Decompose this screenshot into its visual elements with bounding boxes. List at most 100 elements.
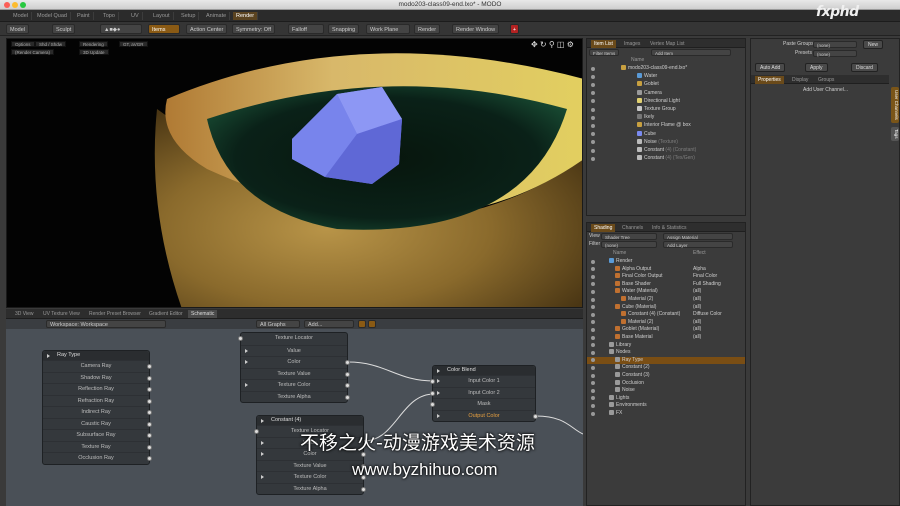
tab-schematic[interactable]: Schematic [188,310,218,318]
output-port-icon[interactable] [147,444,152,450]
input-port-icon[interactable] [430,379,435,384]
item-list-row[interactable]: Constant (4) (Constant) [637,147,696,154]
layer-effect[interactable]: (all) [693,334,701,341]
expand-triangle-icon[interactable] [261,452,264,456]
shader-tree-row[interactable]: Alpha Output [615,265,651,273]
render-window-button[interactable]: Render Window [452,24,500,34]
viewport-nav-icons[interactable]: ✥ ↻ ⚲ ◫ ⚙ [531,40,574,49]
collapse-triangle-icon[interactable] [47,354,50,358]
discard-button[interactable]: Discard [851,63,878,72]
view-dropdown[interactable]: Shader Tree [601,233,657,240]
layer-effect[interactable]: (all) [693,319,701,326]
color-blend-node-header[interactable]: Color Blend [433,366,535,375]
shader-tree-row[interactable]: Library [609,341,631,349]
visibility-eye-icon[interactable] [591,327,595,332]
ray-type-node-header[interactable]: Ray Type [43,351,149,360]
output-color-blend[interactable]: Output Color [433,409,538,422]
visibility-eye-icon[interactable] [591,115,595,120]
layout-tab-setup[interactable]: Setup [178,12,200,20]
shader-tree-row[interactable]: Render [609,258,632,265]
output-camera-ray[interactable]: Camera Ray [43,360,152,372]
shader-tree-row[interactable]: Constant (4) (Constant) [621,311,680,318]
sculpt-mode-button[interactable]: Sculpt [52,24,76,34]
layout-tab-uv[interactable]: UV [128,12,143,20]
visibility-eye-icon[interactable] [591,140,595,145]
tab-info-statistics[interactable]: Info & Statistics [649,224,689,232]
output-refraction-ray[interactable]: Refraction Ray [43,394,152,407]
tab-gradient-editor[interactable]: Gradient Editor [146,310,186,318]
constant-node[interactable]: Constant (4) Texture Locator Value Color… [254,415,366,495]
visibility-eye-icon[interactable] [591,132,595,137]
tab-vertex-map-list[interactable]: Vertex Map List [647,40,687,48]
tab-images[interactable]: Images [621,40,643,48]
viewport-gt-button[interactable]: GT, aVGR [119,41,148,47]
output-port-icon[interactable] [147,433,152,438]
output-subsurface-ray[interactable]: Subsurface Ray [43,429,152,441]
tab-uv-texture-view[interactable]: UV Texture View [40,310,83,318]
input-color-1[interactable]: Input Color 1 [430,375,535,387]
visibility-eye-icon[interactable] [591,335,595,340]
shader-tree-row[interactable]: Base Material [615,334,653,341]
item-list-row[interactable]: modo203-class09-end.lxo* [621,65,687,72]
layout-tab-topo[interactable]: Topo [100,12,119,20]
symmetry-dropdown[interactable]: Symmetry: Off [232,24,276,34]
visibility-eye-icon[interactable] [591,274,595,279]
layout-tab-layout[interactable]: Layout [150,12,174,20]
visibility-eye-icon[interactable] [591,403,595,408]
action-center-dropdown[interactable]: Action Center [186,24,228,34]
input-mask[interactable]: Mask [430,398,535,410]
output-port-icon[interactable] [345,371,350,377]
shader-tree-row[interactable]: Nodes [609,349,630,356]
output-texture-color[interactable]: Texture Color [257,471,366,483]
visibility-eye-icon[interactable] [591,66,595,71]
visibility-eye-icon[interactable] [591,350,595,355]
visibility-eye-icon[interactable] [591,107,595,112]
add-layer-dropdown[interactable]: Add Layer [663,241,733,248]
tab-3d-view[interactable]: 3D View [12,310,37,318]
add-user-channel-link[interactable]: Add User Channel... [803,87,848,94]
tab-display[interactable]: Display [789,76,811,84]
expand-triangle-icon[interactable] [245,348,248,353]
items-mode-button[interactable]: Items [148,24,180,34]
visibility-eye-icon[interactable] [591,381,595,386]
tab-channels[interactable]: Channels [619,224,646,232]
output-port-icon[interactable] [147,387,152,392]
layout-tab-model[interactable]: Model [10,12,32,20]
visibility-eye-icon[interactable] [591,411,595,416]
falloff-dropdown[interactable]: Falloff [288,24,324,34]
tab-render-preset-browser[interactable]: Render Preset Browser [86,310,144,318]
shader-tree-row[interactable]: Lights [609,394,629,402]
work-plane-dropdown[interactable]: Work Plane [366,24,410,34]
visibility-eye-icon[interactable] [591,312,595,317]
output-indirect-ray[interactable]: Indirect Ray [43,406,152,418]
shader-tree-row[interactable]: Ray Type [615,356,643,364]
ray-type-node[interactable]: Ray Type Camera Ray Shadow Ray Reflectio… [42,350,152,465]
layout-tab-model-quad[interactable]: Model Quad [34,12,71,20]
tab-properties[interactable]: Properties [755,76,784,84]
item-list-row[interactable]: Noise (Texture) [637,138,678,146]
filter-dropdown[interactable]: (none) [601,241,657,248]
visibility-eye-icon[interactable] [591,282,595,287]
visibility-eye-icon[interactable] [591,156,595,161]
viewport-options-button[interactable]: Options [11,41,35,47]
new-button[interactable]: New [863,40,884,49]
layer-effect[interactable]: (all) [693,326,701,333]
output-texture-color[interactable]: Texture Color [241,379,350,391]
visibility-eye-icon[interactable] [591,373,595,378]
3d-viewport[interactable]: Options Shd / Shdw Rendering GT, aVGR (R… [6,38,583,308]
shader-tree-row[interactable]: Water (Material) [615,288,658,295]
tab-item-list[interactable]: Item List [591,40,616,48]
shader-tree-row[interactable]: Occlusion [615,379,644,387]
item-list-row[interactable]: Ikely [637,114,654,121]
output-port-icon[interactable] [345,360,350,365]
layer-effect[interactable]: (all) [693,296,701,303]
output-occlusion-ray[interactable]: Occlusion Ray [43,452,152,464]
output-texture-value[interactable]: Texture Value [257,459,366,472]
visibility-eye-icon[interactable] [591,259,595,264]
output-reflection-ray[interactable]: Reflection Ray [43,383,152,395]
viewport-3d-update-button[interactable]: 3D Update [79,49,109,55]
add-plus-icon[interactable]: + [510,24,519,34]
expand-triangle-icon[interactable] [437,379,440,383]
item-list-row[interactable]: Directional Light [637,97,680,105]
shader-tree-row[interactable]: Material (2) [621,318,653,326]
